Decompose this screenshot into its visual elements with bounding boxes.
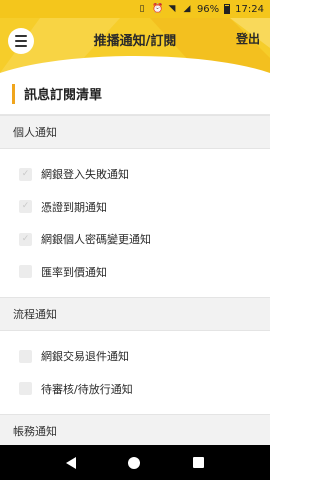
clock: 17:24 (235, 3, 264, 15)
alarm-icon: ⏰ (151, 4, 164, 14)
checkbox[interactable] (19, 349, 32, 363)
status-bar: ▯ ⏰ ◥ ◢ 96% 17:24 (0, 0, 270, 18)
vibrate-icon: ▯ (139, 4, 145, 14)
checkbox[interactable]: ✓ (19, 200, 32, 214)
checkbox[interactable] (19, 265, 32, 279)
checkbox[interactable] (19, 382, 32, 396)
group-header-account: 帳務通知 (0, 414, 270, 445)
checkbox[interactable]: ✓ (19, 167, 32, 181)
group-process: 網銀交易退件通知 待審核/待放行通知 (0, 331, 270, 414)
group-header-personal: 個人通知 (0, 115, 270, 149)
group-header-process: 流程通知 (0, 297, 270, 331)
item-label: 待審核/待放行通知 (41, 382, 133, 396)
page-title: 推播通知/訂閱 (93, 34, 177, 49)
section-accent-bar (12, 83, 15, 104)
logout-button[interactable]: 登出 (236, 30, 260, 47)
recent-apps-icon[interactable] (192, 457, 204, 468)
list-item[interactable]: ✓ 憑證到期通知 (0, 191, 270, 224)
wifi-icon: ◥ (168, 4, 176, 14)
list-item[interactable]: 待審核/待放行通知 (0, 373, 270, 406)
list-item[interactable]: 匯率到價通知 (0, 256, 270, 289)
back-icon[interactable] (66, 456, 77, 469)
app-header: 推播通知/訂閱 登出 (0, 18, 270, 73)
section-title: 訊息訂閱清單 (0, 73, 270, 115)
home-icon[interactable] (128, 456, 141, 469)
battery-icon (224, 4, 231, 14)
signal-icon: ◢ (183, 4, 191, 14)
item-label: 網銀個人密碼變更通知 (41, 233, 151, 247)
checkbox[interactable]: ✓ (19, 232, 32, 246)
subscription-list: 訊息訂閱清單 個人通知 ✓ 網銀登入失敗通知 ✓ 憑證到期通知 ✓ 網銀個人密碼… (0, 73, 270, 445)
battery-percent: 96% (196, 3, 220, 15)
item-label: 網銀交易退件通知 (41, 350, 129, 364)
item-label: 網銀登入失敗通知 (41, 168, 129, 182)
android-nav-bar (0, 445, 270, 480)
item-label: 憑證到期通知 (41, 200, 107, 214)
section-title-text: 訊息訂閱清單 (24, 88, 103, 103)
list-item[interactable]: 網銀交易退件通知 (0, 340, 270, 373)
list-item[interactable]: ✓ 網銀登入失敗通知 (0, 158, 270, 191)
item-label: 匯率到價通知 (41, 265, 107, 279)
group-personal: ✓ 網銀登入失敗通知 ✓ 憑證到期通知 ✓ 網銀個人密碼變更通知 匯率到價通知 (0, 149, 270, 297)
list-item[interactable]: ✓ 網銀個人密碼變更通知 (0, 223, 270, 256)
